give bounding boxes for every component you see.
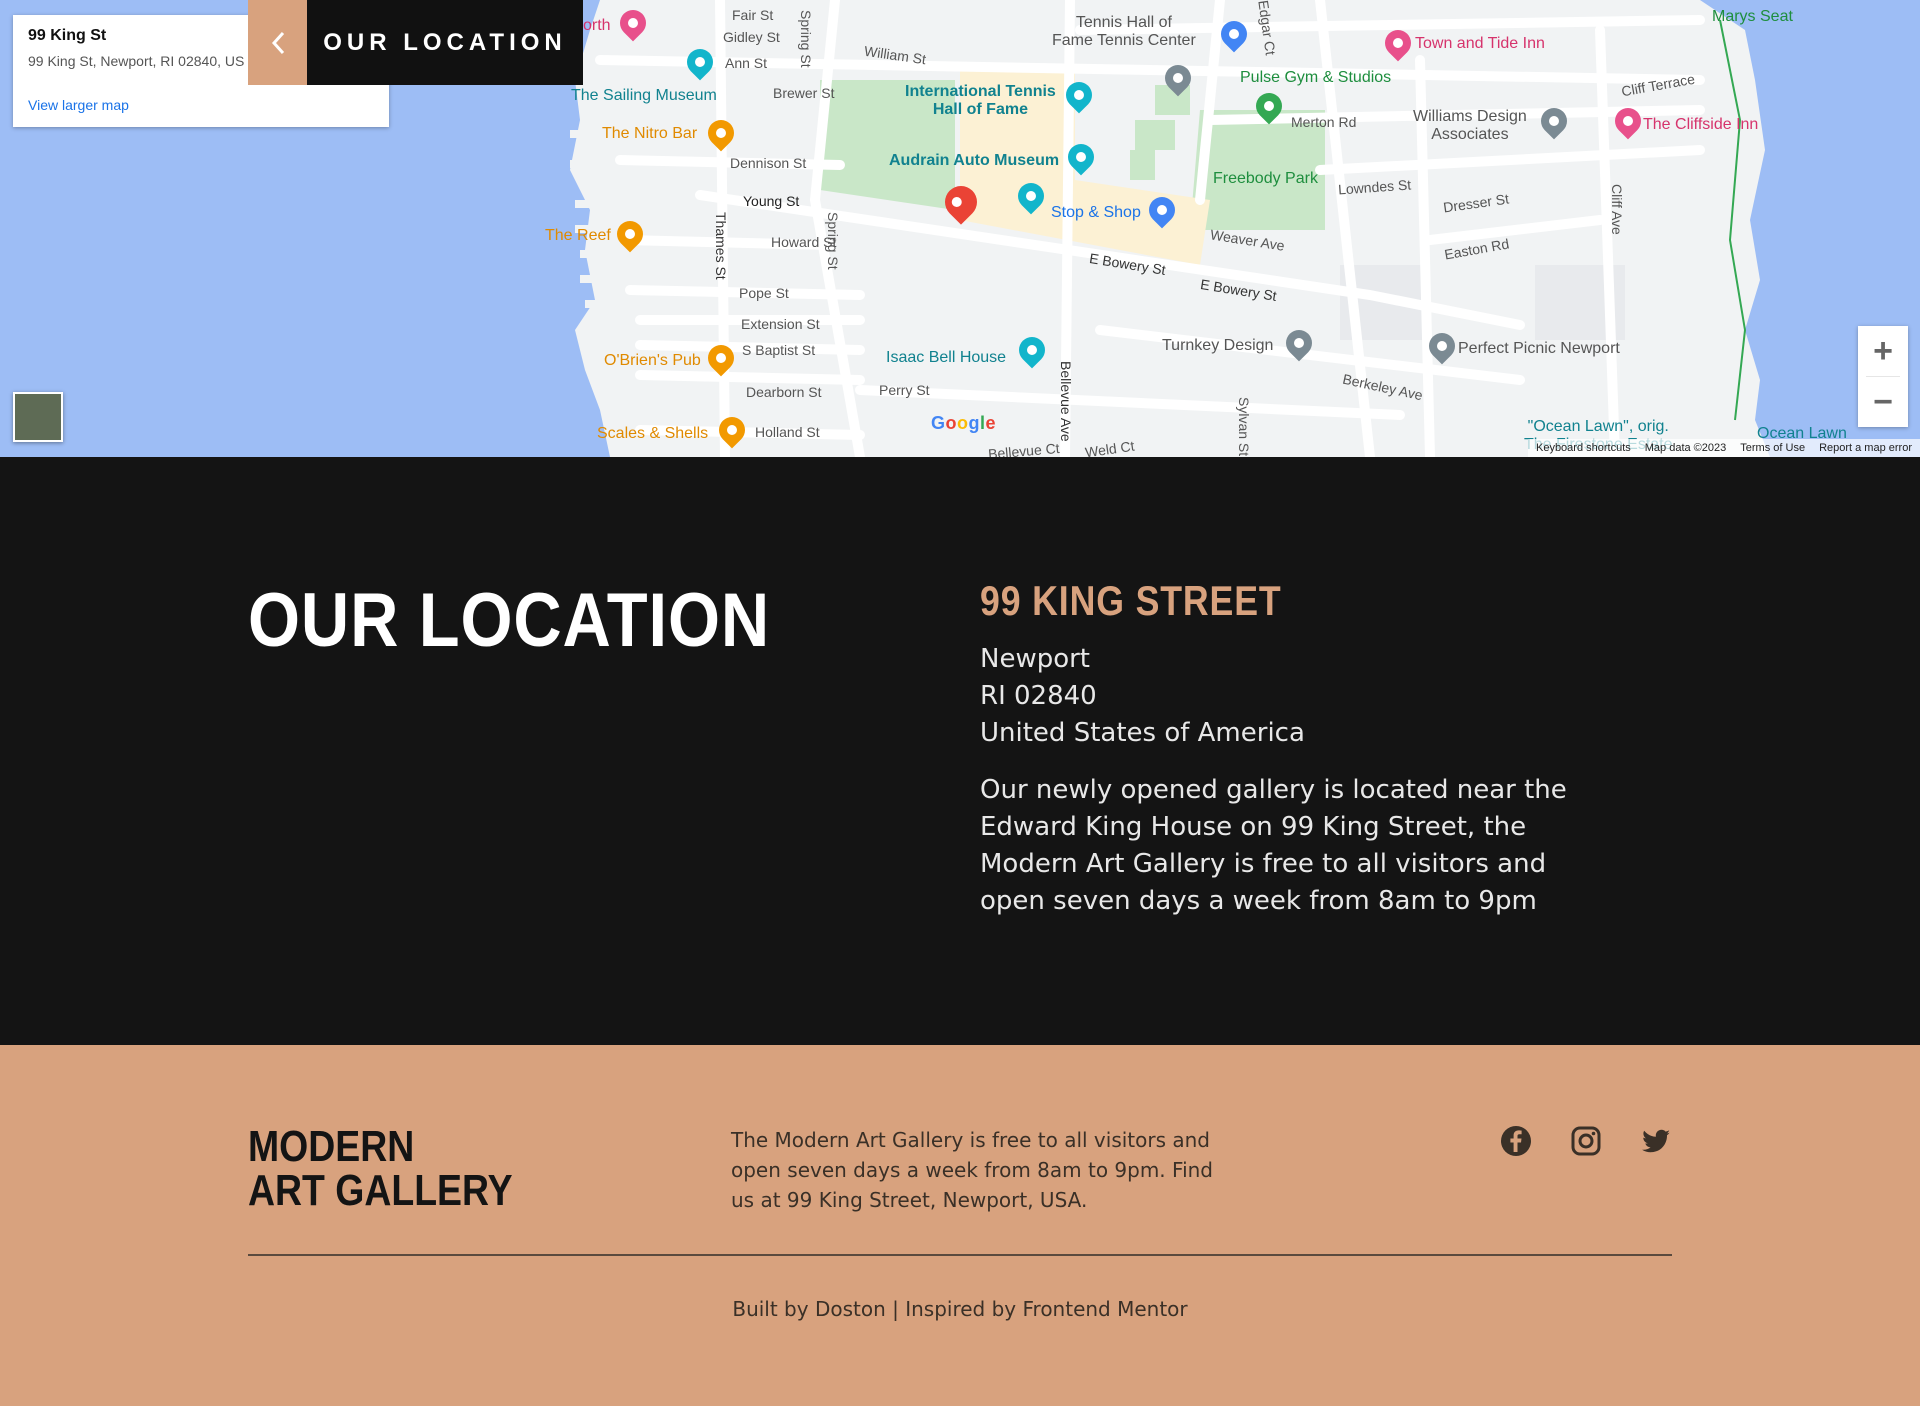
footer-divider: [248, 1254, 1672, 1256]
view-larger-map-link[interactable]: View larger map: [28, 97, 129, 113]
location-description: Our newly opened gallery is located near…: [980, 775, 1567, 916]
social-links: [1500, 1125, 1672, 1157]
poi-label[interactable]: The Nitro Bar: [602, 126, 697, 142]
street-label: Sylvan St: [1236, 397, 1252, 457]
street-label: Extension St: [741, 316, 820, 332]
street-label: Gidley St: [723, 29, 780, 45]
street-label: Pope St: [739, 285, 789, 301]
brand-line-1: MODERN: [248, 1122, 415, 1171]
street-label: Ann St: [725, 55, 768, 71]
report-error-link[interactable]: Report a map error: [1819, 442, 1912, 454]
embedded-map[interactable]: Fair St Gidley St Ann St William St Brew…: [0, 0, 1920, 457]
satellite-toggle-button[interactable]: [13, 392, 63, 442]
poi-label[interactable]: Scales & Shells: [597, 426, 708, 442]
street-label: Fair St: [732, 7, 774, 23]
poi-label[interactable]: Pulse Gym & Studios: [1240, 70, 1391, 86]
poi-label[interactable]: Tennis Hall of Fame Tennis Center: [1052, 14, 1196, 50]
poi-label[interactable]: The Cliffside Inn: [1643, 117, 1758, 133]
street-label: Spring St: [798, 10, 814, 68]
street-label: Merton Rd: [1291, 114, 1357, 130]
zoom-controls: + −: [1858, 326, 1908, 427]
poi-label[interactable]: Stop & Shop: [1051, 205, 1141, 221]
address-block: Newport RI 02840 United States of Americ…: [980, 641, 1305, 752]
street-label: Perry St: [879, 382, 930, 398]
poi-label[interactable]: International Tennis Hall of Fame: [905, 83, 1056, 119]
poi-label[interactable]: O'Brien's Pub: [604, 353, 701, 369]
poi-label[interactable]: Isaac Bell House: [886, 350, 1006, 366]
poi-label[interactable]: The Sailing Museum: [571, 88, 717, 104]
street-label: Young St: [743, 193, 800, 209]
poi-label[interactable]: Marys Seat: [1712, 9, 1793, 25]
street-label: Spring St: [825, 212, 841, 270]
site-footer: MODERN ART GALLERY The Modern Art Galler…: [0, 1045, 1920, 1406]
terms-link[interactable]: Terms of Use: [1740, 442, 1805, 454]
chevron-left-icon: [271, 31, 284, 54]
badge-label: OUR LOCATION: [307, 0, 583, 85]
location-section: OUR LOCATION 99 KING STREET Newport RI 0…: [0, 457, 1920, 1045]
street-label: Dearborn St: [746, 384, 822, 400]
poi-label[interactable]: Turnkey Design: [1162, 338, 1273, 354]
keyboard-shortcuts-link[interactable]: Keyboard shortcuts: [1536, 442, 1631, 454]
poi-label[interactable]: Williams Design Associates: [1413, 108, 1527, 144]
poi-label[interactable]: Town and Tide Inn: [1415, 36, 1545, 52]
poi-label[interactable]: The Reef: [545, 228, 611, 244]
street-label: Bellevue Ave: [1058, 361, 1074, 442]
location-heading: OUR LOCATION: [248, 578, 771, 663]
address-state-zip: RI 02840: [980, 681, 1097, 711]
footer-credit: Built by Doston | Inspired by Frontend M…: [732, 1297, 1188, 1321]
poi-label[interactable]: Freebody Park: [1213, 171, 1318, 187]
footer-blurb: The Modern Art Gallery is free to all vi…: [731, 1128, 1214, 1212]
facebook-icon[interactable]: [1500, 1125, 1532, 1157]
poi-label[interactable]: Perfect Picnic Newport: [1458, 341, 1620, 357]
google-logo: Google: [931, 413, 997, 433]
street-label: Cliff Ave: [1609, 184, 1625, 235]
poi-label[interactable]: Audrain Auto Museum: [889, 153, 1059, 169]
instagram-icon[interactable]: [1570, 1125, 1602, 1157]
street-label: Thames St: [713, 212, 729, 280]
street-label: Holland St: [755, 424, 820, 440]
address-city: Newport: [980, 644, 1091, 674]
footer-logo[interactable]: MODERN ART GALLERY: [248, 1125, 513, 1213]
street-title: 99 KING STREET: [980, 577, 1282, 624]
address-country: United States of America: [980, 718, 1305, 748]
street-label: Dennison St: [730, 155, 807, 171]
brand-line-2: ART GALLERY: [248, 1166, 513, 1215]
location-badge: OUR LOCATION: [248, 0, 583, 85]
street-label: S Baptist St: [742, 342, 816, 358]
map-data-text: Map data ©2023: [1644, 442, 1727, 454]
poi-label[interactable]: orth: [583, 18, 611, 34]
map-footer: Keyboard shortcuts Map data ©2023 Terms …: [1527, 439, 1920, 457]
street-label: Brewer St: [773, 85, 835, 101]
back-button[interactable]: [248, 0, 307, 85]
zoom-in-button[interactable]: +: [1858, 326, 1908, 376]
twitter-icon[interactable]: [1640, 1125, 1672, 1157]
zoom-out-button[interactable]: −: [1858, 377, 1908, 427]
